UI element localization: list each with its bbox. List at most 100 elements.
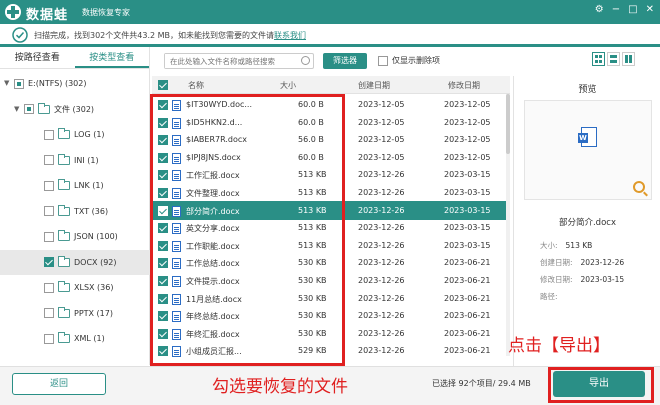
- tree-checkbox[interactable]: [44, 282, 54, 293]
- column-name-header[interactable]: 名称: [188, 80, 204, 91]
- tree-item-label: JSON (100): [74, 232, 118, 241]
- tab-by-type[interactable]: 按类型查看: [74, 47, 149, 68]
- list-view-icon[interactable]: [607, 52, 620, 66]
- tree-item[interactable]: ▼ E:(NTFS) (302): [0, 71, 150, 96]
- tree-item[interactable]: TXT (36): [0, 199, 150, 224]
- modified-date: 2023-12-05: [444, 100, 491, 109]
- folder-icon: [58, 128, 70, 139]
- folder-icon: [58, 255, 70, 267]
- created-date: 2023-12-26: [358, 223, 405, 233]
- tree-checkbox[interactable]: [44, 180, 54, 191]
- tree-item-label: PPTX (17): [74, 308, 113, 318]
- tree-item[interactable]: LNK (1): [0, 173, 150, 198]
- table-scrollbar[interactable]: [506, 94, 510, 356]
- preview-created: 创建日期: 2023-12-26: [540, 258, 625, 267]
- detail-view-icon[interactable]: [622, 52, 635, 66]
- preview-size: 大小: 513 KB: [540, 241, 593, 250]
- frog-logo-icon: [5, 4, 21, 20]
- search-input[interactable]: [165, 54, 295, 68]
- folder-icon: [38, 102, 50, 114]
- column-size-header[interactable]: 大小: [280, 80, 296, 91]
- table-header: 名称 大小 创建日期 修改日期: [152, 76, 510, 94]
- folder-icon: [58, 306, 70, 318]
- title-bar: 数据蛙 数据恢复专家 ⚙ − □ ✕: [0, 0, 660, 24]
- contact-us-link[interactable]: 联系我们: [274, 31, 306, 40]
- folder-icon: [58, 281, 70, 292]
- column-modified-header[interactable]: 修改日期: [448, 80, 480, 91]
- grid-view-icon[interactable]: [592, 52, 605, 66]
- modified-date: 2023-06-21: [444, 311, 491, 321]
- tree-item[interactable]: JSON (100): [0, 224, 150, 249]
- settings-icon[interactable]: ⚙: [595, 4, 604, 15]
- expand-arrow-icon[interactable]: ▼: [14, 97, 24, 122]
- tree-item-label: LOG (1): [74, 130, 105, 139]
- created-date: 2023-12-26: [358, 240, 405, 250]
- zoom-icon[interactable]: [633, 181, 645, 193]
- modified-date: 2023-03-15: [444, 188, 491, 197]
- annotation-file-selection-box: [150, 94, 345, 366]
- modified-date: 2023-12-05: [444, 152, 491, 162]
- app-subtitle: 数据恢复专家: [82, 8, 130, 17]
- back-button[interactable]: 返回: [12, 373, 106, 395]
- modified-date: 2023-03-15: [444, 223, 491, 233]
- annotation-export-box: [548, 367, 654, 403]
- created-date: 2023-12-26: [358, 346, 405, 356]
- tab-by-path[interactable]: 按路径查看: [0, 47, 75, 68]
- tree-checkbox[interactable]: [44, 155, 54, 165]
- tree-checkbox[interactable]: [24, 104, 34, 114]
- modified-date: 2023-03-15: [444, 240, 491, 250]
- tree-item[interactable]: INI (1): [0, 148, 150, 173]
- close-icon[interactable]: ✕: [646, 4, 654, 15]
- tree-item-label: INI (1): [74, 155, 99, 165]
- filter-button[interactable]: 筛选器: [323, 53, 367, 69]
- maximize-icon[interactable]: □: [628, 4, 637, 15]
- created-date: 2023-12-05: [358, 152, 405, 162]
- modified-date: 2023-06-21: [444, 258, 491, 268]
- tree-item[interactable]: ▼ 文件 (302): [0, 97, 150, 122]
- tree-checkbox[interactable]: [44, 333, 54, 344]
- select-all-checkbox[interactable]: [158, 80, 168, 90]
- tree-checkbox[interactable]: [44, 257, 54, 267]
- created-date: 2023-12-05: [358, 117, 405, 127]
- tree-item-label: XML (1): [74, 334, 105, 343]
- preview-path: 路径:: [540, 292, 558, 301]
- only-deleted-checkbox[interactable]: [378, 55, 388, 66]
- tree-item[interactable]: PPTX (17): [0, 301, 150, 326]
- folder-icon: [58, 153, 70, 165]
- folder-icon: [58, 230, 70, 241]
- modified-date: 2023-03-15: [444, 205, 491, 215]
- app-name: 数据蛙: [26, 8, 69, 23]
- tree-checkbox[interactable]: [44, 206, 54, 216]
- annotation-click-export-text: 点击【导出】: [508, 336, 610, 356]
- modified-date: 2023-06-21: [444, 346, 491, 356]
- tree-checkbox[interactable]: [44, 231, 54, 242]
- expand-arrow-icon[interactable]: ▼: [4, 71, 14, 96]
- created-date: 2023-12-26: [358, 328, 405, 338]
- only-deleted-label: 仅显示删除项: [392, 56, 440, 65]
- word-doc-icon: W: [578, 127, 597, 147]
- column-created-header[interactable]: 创建日期: [358, 80, 390, 91]
- modified-date: 2023-03-15: [444, 170, 491, 180]
- modified-date: 2023-06-21: [444, 293, 491, 303]
- folder-icon: [58, 204, 70, 216]
- tree-item-label: LNK (1): [74, 181, 104, 190]
- search-icon[interactable]: [301, 56, 310, 65]
- tree-item[interactable]: XML (1): [0, 326, 150, 351]
- tree-item[interactable]: LOG (1): [0, 122, 150, 147]
- tree-checkbox[interactable]: [14, 78, 24, 89]
- modified-date: 2023-06-21: [444, 328, 491, 338]
- created-date: 2023-12-26: [358, 276, 405, 285]
- scrollbar-thumb[interactable]: [506, 94, 510, 154]
- minimize-icon[interactable]: −: [612, 4, 620, 15]
- search-box[interactable]: [164, 53, 314, 69]
- selection-summary: 已选择 92个项目/ 29.4 MB: [432, 379, 531, 388]
- annotation-select-files-text: 勾选要恢复的文件: [212, 377, 348, 397]
- created-date: 2023-12-26: [358, 293, 405, 303]
- tree-item-label: XLSX (36): [74, 283, 114, 292]
- tree-item[interactable]: DOCX (92): [0, 249, 150, 275]
- tree-item[interactable]: XLSX (36): [0, 275, 150, 300]
- only-deleted-toggle[interactable]: 仅显示删除项: [378, 55, 440, 66]
- preview-title: 预览: [578, 85, 597, 95]
- tree-checkbox[interactable]: [44, 129, 54, 140]
- tree-checkbox[interactable]: [44, 308, 54, 318]
